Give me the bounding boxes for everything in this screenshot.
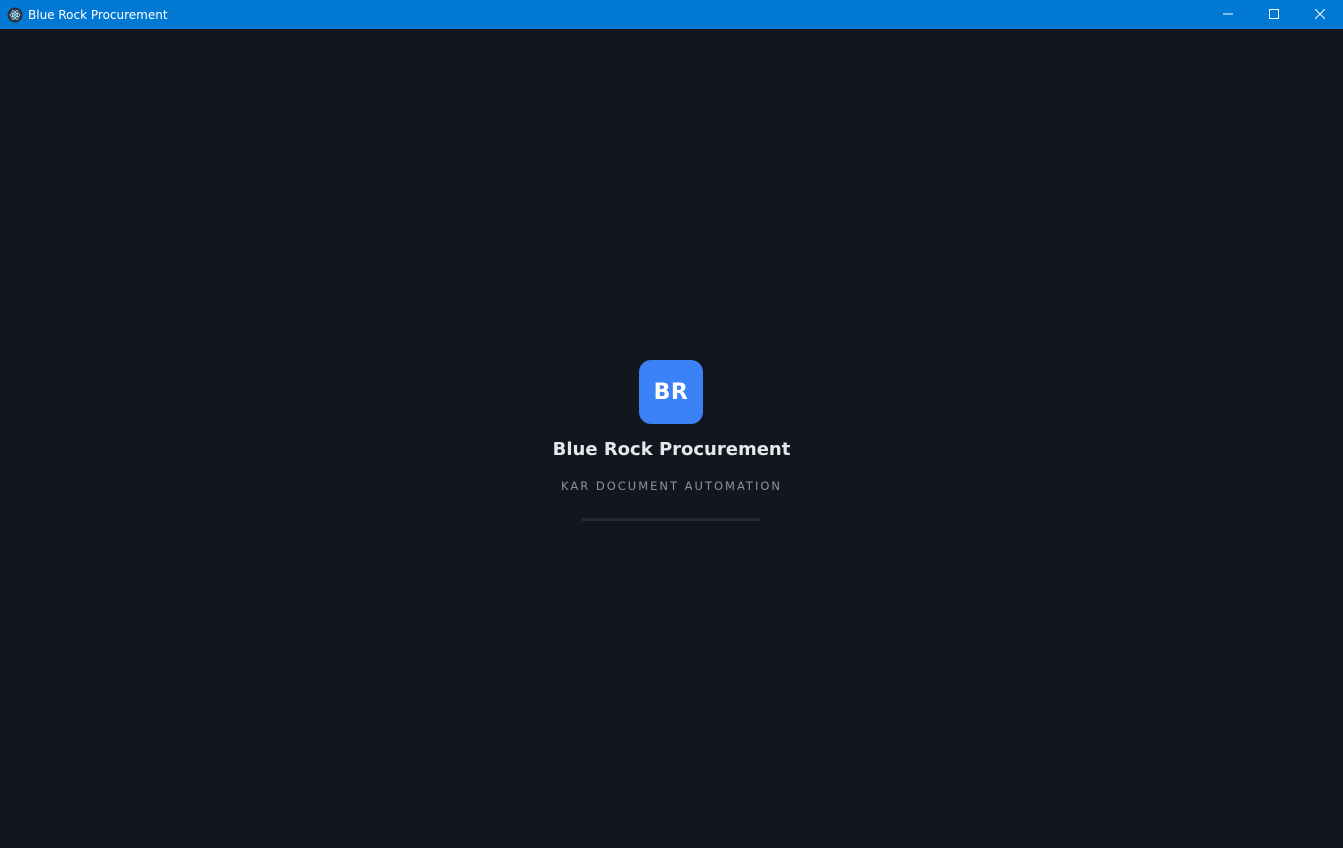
logo-text: BR (653, 379, 689, 405)
app-window: Blue Rock Procurement BR Blue Rock Procu… (0, 0, 1343, 848)
app-tagline: KAR DOCUMENT AUTOMATION (560, 479, 782, 493)
splash-screen: BR Blue Rock Procurement KAR DOCUMENT AU… (0, 29, 1343, 848)
minimize-button[interactable] (1205, 0, 1251, 29)
title-bar[interactable]: Blue Rock Procurement (0, 0, 1343, 29)
close-button[interactable] (1297, 0, 1343, 29)
electron-atom-icon (7, 7, 23, 23)
window-title: Blue Rock Procurement (28, 7, 168, 22)
maximize-button[interactable] (1251, 0, 1297, 29)
app-logo: BR (639, 360, 703, 424)
app-name-heading: Blue Rock Procurement (552, 439, 791, 460)
close-icon (1314, 6, 1326, 24)
loading-progress-bar (581, 518, 761, 521)
window-controls (1205, 0, 1343, 29)
minimize-icon (1223, 6, 1233, 24)
maximize-icon (1269, 6, 1279, 24)
